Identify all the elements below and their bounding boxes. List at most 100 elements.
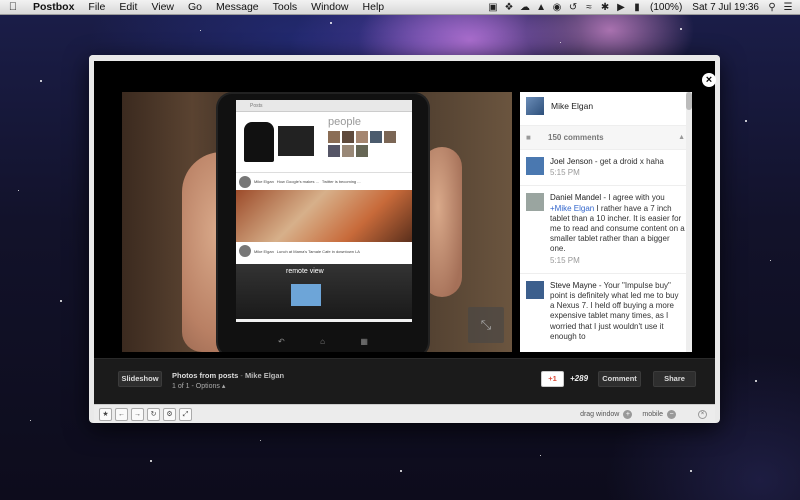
settings-gear-icon[interactable]: ⚙ [163,407,176,421]
menu-tools[interactable]: Tools [266,0,305,15]
album-owner[interactable]: Mike Elgan [245,371,284,380]
cloud-icon[interactable]: ☁ [517,0,533,15]
album-title[interactable]: Photos from posts [172,371,238,380]
battery-icon[interactable]: ▮ [629,0,645,15]
star [200,30,201,31]
dropbox-icon[interactable]: ❖ [501,0,517,15]
close-lightbox-button[interactable]: × [702,73,716,87]
menu-message[interactable]: Message [209,0,266,15]
menu-app-name[interactable]: Postbox [26,0,81,15]
scrollbar-thumb[interactable] [686,92,692,110]
home-nav-icon: ⌂ [320,337,325,346]
comments-count: 150 comments [548,133,604,142]
close-panel-icon[interactable]: × [698,409,707,419]
screen-post-caption: Mike Elgan Lunch at Mama's Tamale Cafe i… [236,242,412,260]
share-button[interactable]: Share [653,371,696,387]
menu-bar:  Postbox File Edit View Go Message Tool… [0,0,800,15]
plus-one-button[interactable]: +1 [541,371,564,387]
screen-remote-view-title: remote view [286,268,324,275]
album-options[interactable]: Options ▴ [196,383,226,390]
comment-time: 5:15 PM [550,255,580,265]
menu-window[interactable]: Window [304,0,355,15]
author-avatar[interactable] [526,97,544,115]
back-arrow-icon[interactable]: ← [115,407,128,421]
photo-tablet: Posts people Mike Elgan How Google's mak… [218,94,428,352]
mobile-label[interactable]: mobile [642,411,663,418]
star [18,190,19,191]
wifi-icon[interactable]: ≈ [581,0,597,15]
screen-face [342,131,354,143]
comment-button[interactable]: Comment [598,371,641,387]
menu-file[interactable]: File [81,0,112,15]
screen-post-author-2: Mike Elgan [254,248,274,254]
star [400,470,402,472]
reload-icon[interactable]: ↻ [147,407,160,421]
menu-view[interactable]: View [144,0,181,15]
commenter-name[interactable]: Joel Jenson [550,157,593,166]
back-nav-icon: ↶ [278,337,285,346]
eye-icon[interactable]: ◉ [549,0,565,15]
album-separator: - [238,371,245,380]
comment-text: - get a droid x haha [592,157,664,166]
screen-avatar [239,245,251,257]
comments-scrollbar[interactable] [686,92,692,352]
fullscreen-expand-button[interactable]: ⤡ [468,307,504,343]
commenter-name[interactable]: Steve Mayne [550,281,597,290]
screen-post-text-3: Lunch at Mama's Tamale Cafe in downtown … [276,248,360,254]
battery-percent[interactable]: (100%) [645,2,687,13]
spotlight-search-icon[interactable]: ⚲ [764,0,780,15]
tablet-nav-buttons: ↶ ⌂ ▦ [278,337,368,346]
plus-one-count: +289 [570,374,589,383]
comment-item: Daniel Mandel - I agree with you +Mike E… [520,186,691,274]
volume-icon[interactable]: ▶ [613,0,629,15]
star [560,42,561,43]
forward-arrow-icon[interactable]: → [131,407,144,421]
commenter-name[interactable]: Daniel Mandel [550,193,601,202]
apple-menu-icon[interactable]:  [0,1,26,13]
window-frame-right [715,55,720,423]
commenter-avatar[interactable] [526,157,544,175]
star [150,460,152,462]
screen-post-row: Mike Elgan How Google's makes ... Twitte… [236,172,412,190]
star [330,22,332,24]
bluetooth-icon[interactable]: ✱ [597,0,613,15]
mention-link[interactable]: +Mike Elgan [550,204,594,213]
photo-hand-right [422,147,462,297]
bookmark-star-icon[interactable]: ★ [99,407,112,421]
comment-item: Joel Jenson - get a droid x haha 5:15 PM [520,150,691,187]
screen-face [328,131,340,143]
star [770,260,771,261]
screen-app-header: Posts [236,100,412,112]
commenter-avatar[interactable] [526,280,544,299]
screen-post-row-2: Mike Elgan Lunch at Mama's Tamale Cafe i… [236,242,412,264]
hat-icon[interactable]: ▲ [533,0,549,15]
post-author-row: Mike Elgan [520,92,691,120]
star [755,380,757,382]
menu-help[interactable]: Help [356,0,392,15]
screen-face [384,131,396,143]
resize-icon[interactable]: ⤢ [179,407,192,421]
drag-window-plus-icon[interactable]: + [623,409,633,419]
photo-viewer[interactable]: Posts people Mike Elgan How Google's mak… [122,92,512,352]
album-title-line: Photos from posts - Mike Elgan [172,371,284,380]
star [745,120,747,122]
screen-people-title: people [328,116,362,128]
screen-post-author: Mike Elgan [254,179,274,184]
collapse-icon[interactable]: ▲ [678,134,685,141]
notification-list-icon[interactable]: ☰ [780,0,796,15]
comments-panel: Mike Elgan ■ 150 comments ▲ Joel Jenson … [520,92,691,352]
commenter-avatar[interactable] [526,193,544,212]
menu-edit[interactable]: Edit [112,0,144,15]
toolbar-right: drag window + mobile − × [580,409,715,419]
drag-window-label[interactable]: drag window [580,411,619,418]
time-machine-icon[interactable]: ↺ [565,0,581,15]
author-name[interactable]: Mike Elgan [551,101,593,111]
lightbox-bottom-bar: Slideshow Photos from posts - Mike Elgan… [94,358,715,404]
slideshow-button[interactable]: Slideshow [118,371,162,387]
menu-go[interactable]: Go [181,0,209,15]
camera-icon[interactable]: ▣ [485,0,501,15]
mobile-minus-icon[interactable]: − [667,409,676,419]
comments-count-row[interactable]: ■ 150 comments ▲ [520,125,691,150]
clock[interactable]: Sat 7 Jul 19:36 [687,2,764,13]
screen-faces [328,131,408,157]
